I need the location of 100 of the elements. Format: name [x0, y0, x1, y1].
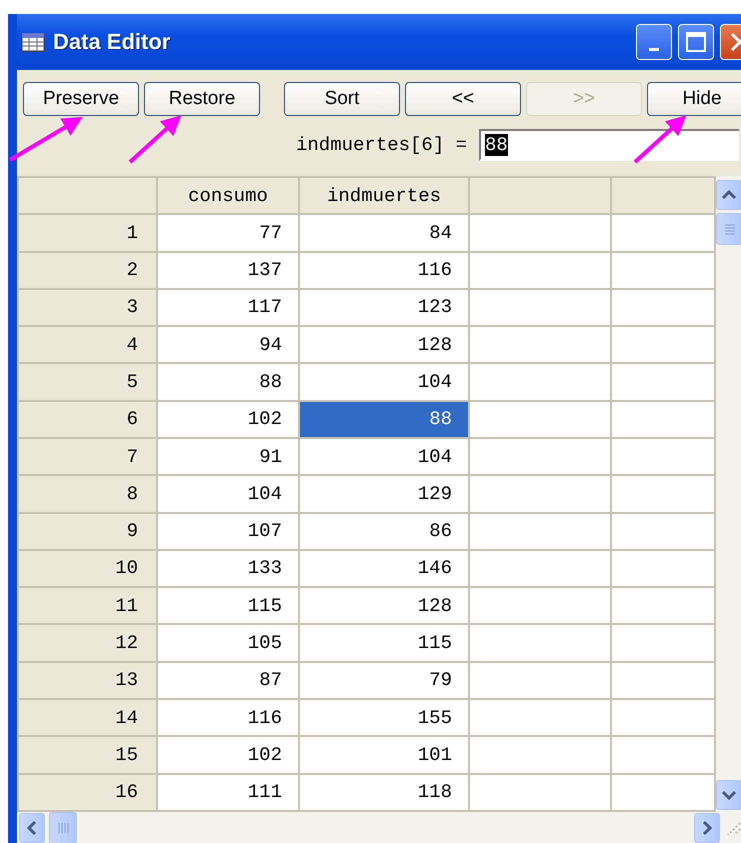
column-header[interactable]: consumo [157, 177, 299, 214]
table-cell[interactable]: 84 [299, 214, 469, 252]
table-cell[interactable]: 102 [157, 736, 299, 774]
scroll-down-button[interactable] [716, 780, 741, 810]
table-cell[interactable] [611, 400, 715, 438]
row-number[interactable]: 10 [18, 550, 157, 588]
table-cell[interactable]: 104 [299, 438, 469, 476]
table-cell[interactable] [469, 288, 611, 326]
table-cell[interactable]: 88 [157, 363, 299, 401]
toolbar-button[interactable]: Restore [144, 82, 260, 116]
table-cell[interactable] [469, 214, 611, 252]
table-cell[interactable] [611, 475, 715, 513]
table-cell[interactable] [611, 587, 715, 624]
table-cell[interactable] [611, 326, 715, 364]
table-cell[interactable] [611, 288, 715, 326]
table-cell[interactable]: 118 [299, 774, 469, 811]
table-cell[interactable] [611, 512, 715, 550]
row-number[interactable]: 1 [18, 214, 157, 252]
table-cell[interactable] [469, 774, 611, 811]
table-cell[interactable]: 107 [157, 512, 299, 550]
table-cell[interactable]: 111 [157, 774, 299, 811]
table-cell[interactable] [469, 624, 611, 662]
table-cell[interactable]: 116 [157, 698, 299, 736]
table-cell[interactable] [611, 550, 715, 588]
toolbar-button[interactable]: Hide [647, 82, 741, 116]
row-number[interactable]: 3 [18, 288, 157, 326]
column-header[interactable]: indmuertes [299, 177, 469, 214]
table-cell[interactable]: 155 [299, 698, 469, 736]
table-cell[interactable]: 137 [157, 252, 299, 289]
row-number[interactable]: 8 [18, 475, 157, 513]
table-cell[interactable] [469, 475, 611, 513]
table-cell[interactable] [611, 624, 715, 662]
table-cell[interactable]: 87 [157, 662, 299, 699]
table-cell[interactable] [469, 438, 611, 476]
table-cell[interactable] [611, 252, 715, 289]
table-cell[interactable] [469, 252, 611, 289]
table-cell[interactable]: 88 [299, 400, 469, 438]
table-cell[interactable] [469, 400, 611, 438]
table-cell[interactable] [469, 587, 611, 624]
table-cell[interactable] [611, 698, 715, 736]
table-cell[interactable] [469, 550, 611, 588]
row-number[interactable]: 12 [18, 624, 157, 662]
table-cell[interactable]: 105 [157, 624, 299, 662]
table-cell[interactable] [469, 363, 611, 401]
row-number[interactable]: 16 [18, 774, 157, 811]
window-title: Data Editor [53, 29, 170, 55]
table-cell[interactable]: 86 [299, 512, 469, 550]
table-cell[interactable]: 128 [299, 587, 469, 624]
toolbar-button[interactable]: << [405, 82, 521, 116]
table-cell[interactable] [611, 438, 715, 476]
scroll-left-button[interactable] [19, 812, 45, 842]
table-cell[interactable] [469, 326, 611, 364]
table-cell[interactable] [611, 662, 715, 699]
minimize-icon [649, 48, 659, 50]
table-cell[interactable]: 102 [157, 400, 299, 438]
table-cell[interactable]: 146 [299, 550, 469, 588]
row-number[interactable]: 4 [18, 326, 157, 364]
maximize-button[interactable] [678, 24, 714, 60]
table-cell[interactable]: 94 [157, 326, 299, 364]
table-cell[interactable] [469, 736, 611, 774]
table-cell[interactable]: 77 [157, 214, 299, 252]
column-header[interactable] [469, 177, 611, 214]
scroll-right-button[interactable] [694, 812, 720, 842]
table-cell[interactable]: 79 [299, 662, 469, 699]
row-number[interactable]: 6 [18, 400, 157, 438]
table-cell[interactable] [469, 512, 611, 550]
scroll-thumb[interactable] [716, 213, 741, 245]
table-cell[interactable] [611, 736, 715, 774]
minimize-button[interactable] [636, 24, 672, 60]
row-number[interactable]: 7 [18, 438, 157, 476]
row-number[interactable]: 11 [18, 587, 157, 624]
table-cell[interactable]: 104 [157, 475, 299, 513]
row-number[interactable]: 13 [18, 662, 157, 699]
row-number[interactable]: 14 [18, 698, 157, 736]
row-number[interactable]: 9 [18, 512, 157, 550]
row-number[interactable]: 2 [18, 252, 157, 289]
scroll-thumb[interactable] [49, 812, 77, 843]
table-cell[interactable]: 101 [299, 736, 469, 774]
table-cell[interactable]: 133 [157, 550, 299, 588]
row-number[interactable]: 5 [18, 363, 157, 401]
toolbar-button[interactable]: Preserve [23, 82, 139, 116]
toolbar-button[interactable]: Sort [284, 82, 400, 116]
table-cell[interactable]: 116 [299, 252, 469, 289]
table-cell[interactable] [469, 662, 611, 699]
table-cell[interactable]: 117 [157, 288, 299, 326]
value-field[interactable]: 88 [479, 129, 740, 161]
table-cell[interactable]: 123 [299, 288, 469, 326]
table-cell[interactable]: 129 [299, 475, 469, 513]
table-cell[interactable]: 91 [157, 438, 299, 476]
table-cell[interactable]: 115 [299, 624, 469, 662]
scroll-up-button[interactable] [716, 180, 741, 210]
table-cell[interactable]: 115 [157, 587, 299, 624]
table-cell[interactable] [611, 774, 715, 811]
row-number[interactable]: 15 [18, 736, 157, 774]
table-cell[interactable] [469, 698, 611, 736]
table-cell[interactable] [611, 214, 715, 252]
table-cell[interactable]: 128 [299, 326, 469, 364]
table-cell[interactable]: 104 [299, 363, 469, 401]
annotation-arrow [128, 115, 182, 164]
table-cell[interactable] [611, 363, 715, 401]
